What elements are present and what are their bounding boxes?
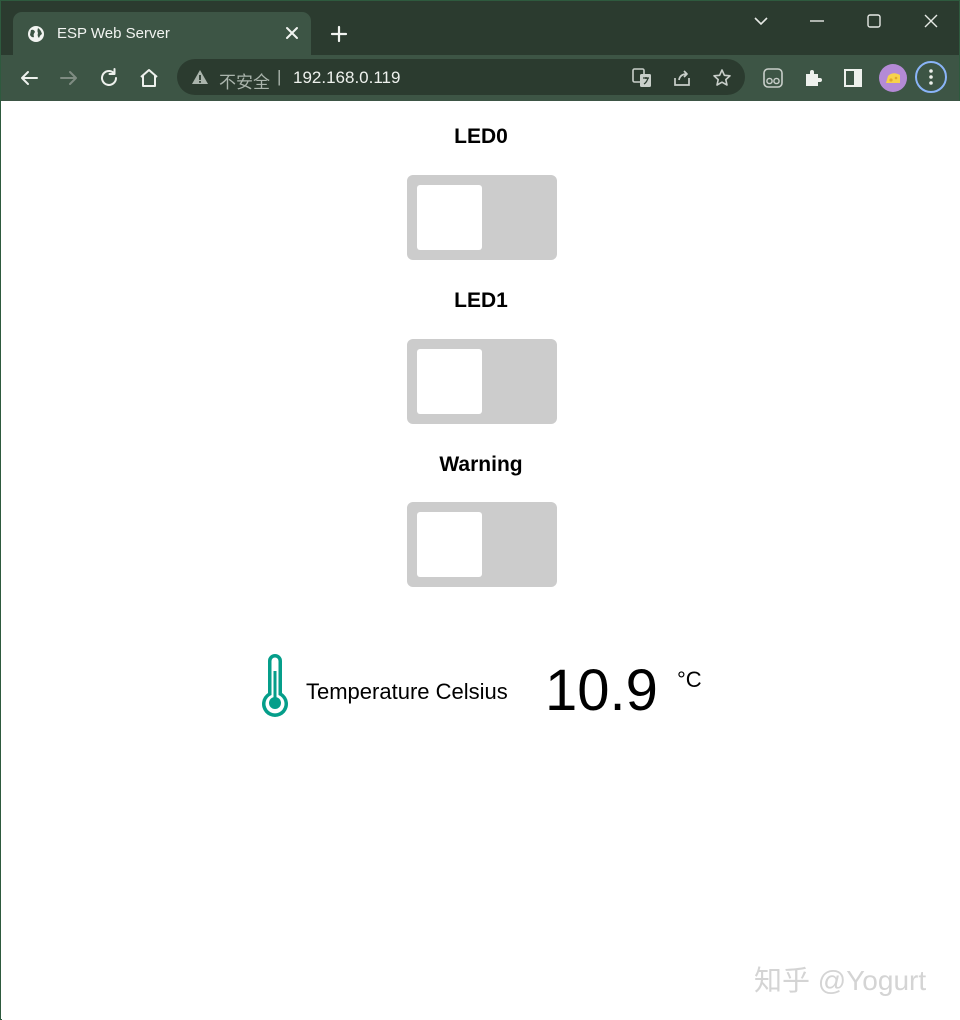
led0-label: LED0 <box>454 125 508 148</box>
url-text[interactable]: 192.168.0.119 <box>293 68 400 88</box>
tab-esp-web-server[interactable]: ESP Web Server <box>13 12 311 55</box>
close-window-icon[interactable] <box>919 9 943 33</box>
security-status-label[interactable]: 不安全 <box>219 68 270 93</box>
warning-icon[interactable] <box>191 68 209 86</box>
maximize-icon[interactable] <box>862 9 886 33</box>
bookmark-star-icon[interactable] <box>711 67 733 89</box>
watermark: 知乎 @Yogurt <box>754 965 927 996</box>
led0-toggle[interactable] <box>407 175 557 260</box>
globe-icon <box>28 26 44 42</box>
minimize-icon[interactable] <box>805 9 829 33</box>
extensions-puzzle-icon[interactable] <box>801 66 825 90</box>
toggle-knob <box>417 512 482 577</box>
warning-toggle[interactable] <box>407 502 557 587</box>
reader-extension-icon[interactable] <box>761 66 785 90</box>
home-icon[interactable] <box>137 66 161 90</box>
browser-window: ESP Web Server 不安全 | 192.168.0.119 LED0 … <box>0 0 960 1020</box>
warning-label: Warning <box>439 453 523 476</box>
kebab-menu-icon <box>929 69 933 85</box>
toolbar: 不安全 | 192.168.0.119 <box>1 55 959 101</box>
toggle-knob <box>417 185 482 250</box>
forward-arrow-icon[interactable] <box>57 66 81 90</box>
reload-icon[interactable] <box>97 66 121 90</box>
address-bar[interactable]: 不安全 | 192.168.0.119 <box>177 59 745 95</box>
temperature-unit: °C <box>677 667 702 692</box>
cheese-avatar-icon <box>886 73 900 83</box>
translate-icon[interactable] <box>631 67 653 89</box>
profile-avatar[interactable] <box>879 64 907 92</box>
page-content: LED0 LED1 Warning Temperature Celsius 10… <box>2 101 960 1020</box>
temperature-label: Temperature Celsius <box>306 679 508 704</box>
new-tab-icon[interactable] <box>327 22 351 46</box>
side-panel-icon[interactable] <box>841 66 865 90</box>
close-tab-icon[interactable] <box>283 24 301 42</box>
thermometer-icon <box>262 654 288 717</box>
browser-menu-button[interactable] <box>915 61 947 93</box>
share-icon[interactable] <box>671 67 693 89</box>
tab-strip: ESP Web Server <box>1 1 959 55</box>
temperature-value: 10.9 <box>545 658 658 723</box>
address-separator: | <box>277 67 282 86</box>
back-arrow-icon[interactable] <box>17 66 41 90</box>
tab-search-icon[interactable] <box>749 9 773 33</box>
toggle-knob <box>417 349 482 414</box>
tab-title: ESP Web Server <box>57 25 170 42</box>
led1-toggle[interactable] <box>407 339 557 424</box>
led1-label: LED1 <box>454 289 508 312</box>
